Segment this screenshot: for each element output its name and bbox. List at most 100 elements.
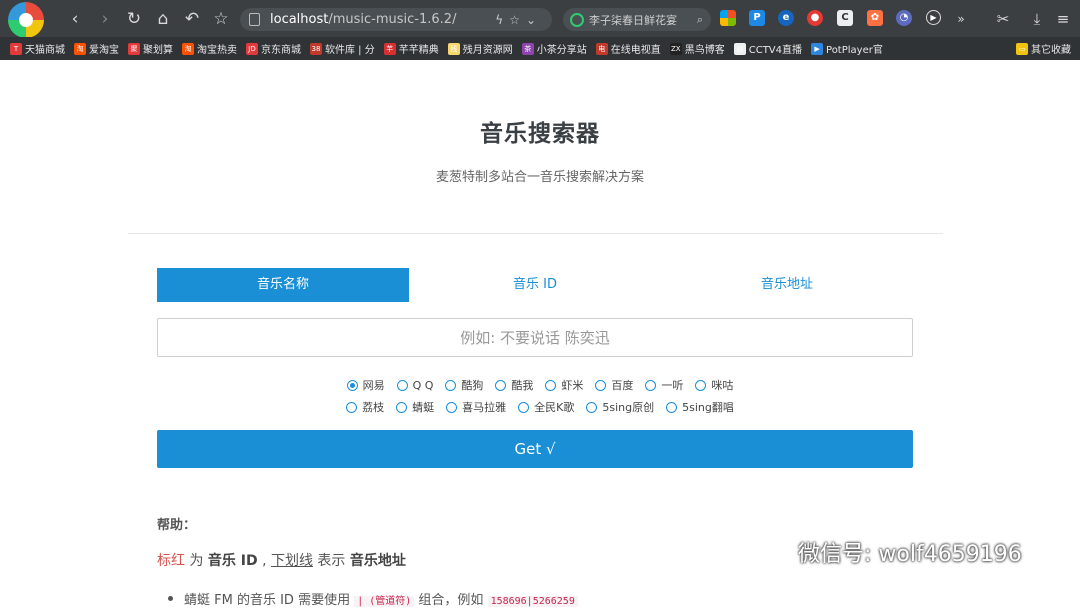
source-radio[interactable]: 喜马拉雅	[446, 399, 506, 415]
bookmark-favicon-icon: 芊	[383, 42, 396, 55]
radio-circle-icon[interactable]	[445, 379, 457, 391]
source-label: Q Q	[412, 378, 434, 392]
back-icon[interactable]: ‹	[64, 8, 86, 30]
star-icon[interactable]: ☆	[210, 8, 232, 30]
e-extension-icon[interactable]: e	[778, 10, 794, 26]
radio-circle-icon[interactable]	[396, 401, 408, 413]
page-title: 音乐搜索器	[480, 121, 600, 147]
bookmark-item[interactable]: JD 京东商城	[246, 37, 301, 60]
browser-search-box[interactable]: 李子柒春日鲜花宴 ⌕	[563, 8, 711, 31]
source-options-row-2: 荔枝 蜻蜓 喜马拉雅 全民K歌 5sing原创 5sing翻唱	[0, 399, 1080, 415]
search-input[interactable]	[157, 318, 913, 357]
tab-music-name[interactable]: 音乐名称	[157, 268, 409, 302]
tab-music-url[interactable]: 音乐地址	[661, 268, 913, 302]
bookmark-favicon-icon: 淘	[74, 42, 86, 55]
source-label: 5sing原创	[602, 401, 655, 414]
browser-logo-icon[interactable]	[8, 2, 44, 38]
source-radio[interactable]: 全民K歌	[518, 399, 574, 415]
source-radio[interactable]: 5sing原创	[586, 399, 654, 415]
get-button[interactable]: Get √	[157, 430, 913, 468]
bookmark-label: 其它收藏	[1031, 45, 1071, 56]
bookmark-item[interactable]: 淘爱淘宝	[74, 37, 119, 60]
bookmark-favicon-icon: ▭	[1016, 42, 1028, 55]
source-radio[interactable]: Q Q	[396, 377, 434, 393]
bookmark-item[interactable]: ▶ PotPlayer官	[811, 37, 883, 60]
bookmark-item[interactable]: 聚聚划算	[128, 37, 173, 60]
source-radio[interactable]: 5sing翻唱	[666, 399, 734, 415]
radio-circle-icon[interactable]	[695, 379, 707, 391]
help-legend: 标红 为 音乐 ID , 下划线 表示 音乐地址	[157, 553, 406, 569]
source-radio[interactable]: 虾米	[545, 377, 583, 393]
bookmark-item[interactable]: 茶小茶分享站	[521, 37, 587, 60]
more-extensions-icon[interactable]: »	[950, 8, 972, 30]
radio-circle-icon[interactable]	[346, 379, 358, 391]
radio-circle-icon[interactable]	[446, 401, 458, 413]
home-icon[interactable]: ⌂	[152, 8, 174, 30]
source-radio[interactable]: 网易	[346, 377, 385, 393]
bookmark-item[interactable]: 淘淘宝热卖	[182, 37, 237, 60]
radio-circle-icon[interactable]	[666, 401, 678, 413]
source-label: 荔枝	[362, 401, 385, 414]
source-radio[interactable]: 一听	[645, 377, 683, 393]
speed-extension-icon[interactable]: ◔	[896, 10, 912, 26]
radio-circle-icon[interactable]	[346, 401, 358, 413]
search-icon[interactable]: ⌕	[697, 13, 703, 27]
reload-icon[interactable]: ↻	[123, 8, 145, 30]
leaf-extension-icon[interactable]: ✿	[867, 10, 883, 26]
bookmark-item[interactable]: 残残月资源网	[447, 37, 513, 60]
radio-circle-icon[interactable]	[396, 379, 408, 391]
radio-circle-icon[interactable]	[645, 379, 657, 391]
p-extension-icon[interactable]: P	[749, 10, 765, 26]
site-info-icon[interactable]	[249, 13, 260, 26]
search-query: 李子柒春日鲜花宴	[589, 13, 677, 27]
search-engine-icon[interactable]	[570, 12, 584, 27]
source-radio[interactable]: 咪咕	[695, 377, 733, 393]
source-radio[interactable]: 蜻蜓	[396, 399, 434, 415]
browser-toolbar: ‹ › ↻ ⌂ ↶ ☆ localhost/music-music-1.6.2/…	[0, 0, 1080, 38]
windows-extension-icon[interactable]	[720, 10, 736, 26]
download-icon[interactable]: ⤓	[1026, 8, 1048, 30]
bookmark-label: 聚划算	[143, 45, 173, 56]
bookmark-item[interactable]: T 天猫商城	[10, 37, 65, 60]
source-radio[interactable]: 酷我	[495, 377, 533, 393]
address-bar[interactable]: localhost/music-music-1.6.2/ ϟ☆⌄	[240, 8, 552, 31]
source-label: 虾米	[561, 379, 584, 392]
undo-icon[interactable]: ↶	[181, 8, 203, 30]
scissors-icon[interactable]: ✂	[992, 8, 1014, 30]
bookmark-favicon-icon: 聚	[128, 42, 140, 55]
bookmark-item[interactable]: 电在线电视直	[595, 37, 661, 60]
bookmark-label: CCTV4直播	[748, 45, 803, 56]
bookmark-favicon-icon: ▤	[733, 42, 746, 55]
page-subtitle: 麦葱特制多站合一音乐搜索解决方案	[435, 170, 644, 185]
radio-circle-icon[interactable]	[495, 379, 507, 391]
forward-icon[interactable]: ›	[94, 8, 116, 30]
radio-circle-icon[interactable]	[595, 379, 607, 391]
bookmark-favicon-icon: T	[10, 42, 22, 55]
source-radio[interactable]: 百度	[595, 377, 633, 393]
source-radio[interactable]: 酷狗	[445, 377, 483, 393]
address-bar-actions-icon[interactable]: ϟ☆⌄	[495, 13, 542, 27]
source-radio[interactable]: 荔枝	[346, 399, 384, 415]
c-extension-icon[interactable]: C	[837, 10, 853, 26]
bookmark-item[interactable]: 38 软件库 | 分	[310, 37, 375, 60]
bookmark-label: 天猫商城	[25, 45, 65, 56]
bookmark-favicon-icon: 38	[310, 42, 322, 55]
radio-circle-icon[interactable]	[518, 401, 530, 413]
radio-circle-icon[interactable]	[586, 401, 598, 413]
bookmark-favicon-icon: 电	[595, 42, 608, 55]
source-label: 一听	[661, 379, 684, 392]
bookmark-favicon-icon: JD	[246, 42, 258, 55]
record-extension-icon[interactable]: ●	[807, 10, 823, 26]
bookmark-item[interactable]: ▭ 其它收藏	[1016, 37, 1071, 60]
menu-icon[interactable]: ≡	[1052, 8, 1074, 30]
divider	[128, 233, 943, 234]
bookmark-item[interactable]: 芊芊芊精典	[383, 37, 439, 60]
wechat-icon	[753, 538, 788, 564]
bookmark-label: 淘宝热卖	[197, 45, 237, 56]
tab-music-id[interactable]: 音乐 ID	[409, 268, 661, 302]
play-extension-icon[interactable]: ▶	[926, 10, 941, 25]
source-label: 5sing翻唱	[682, 401, 734, 414]
bookmark-item[interactable]: ▤ CCTV4直播	[733, 37, 803, 60]
radio-circle-icon[interactable]	[545, 379, 557, 391]
bookmark-item[interactable]: ZX 黑鸟博客	[669, 37, 725, 60]
